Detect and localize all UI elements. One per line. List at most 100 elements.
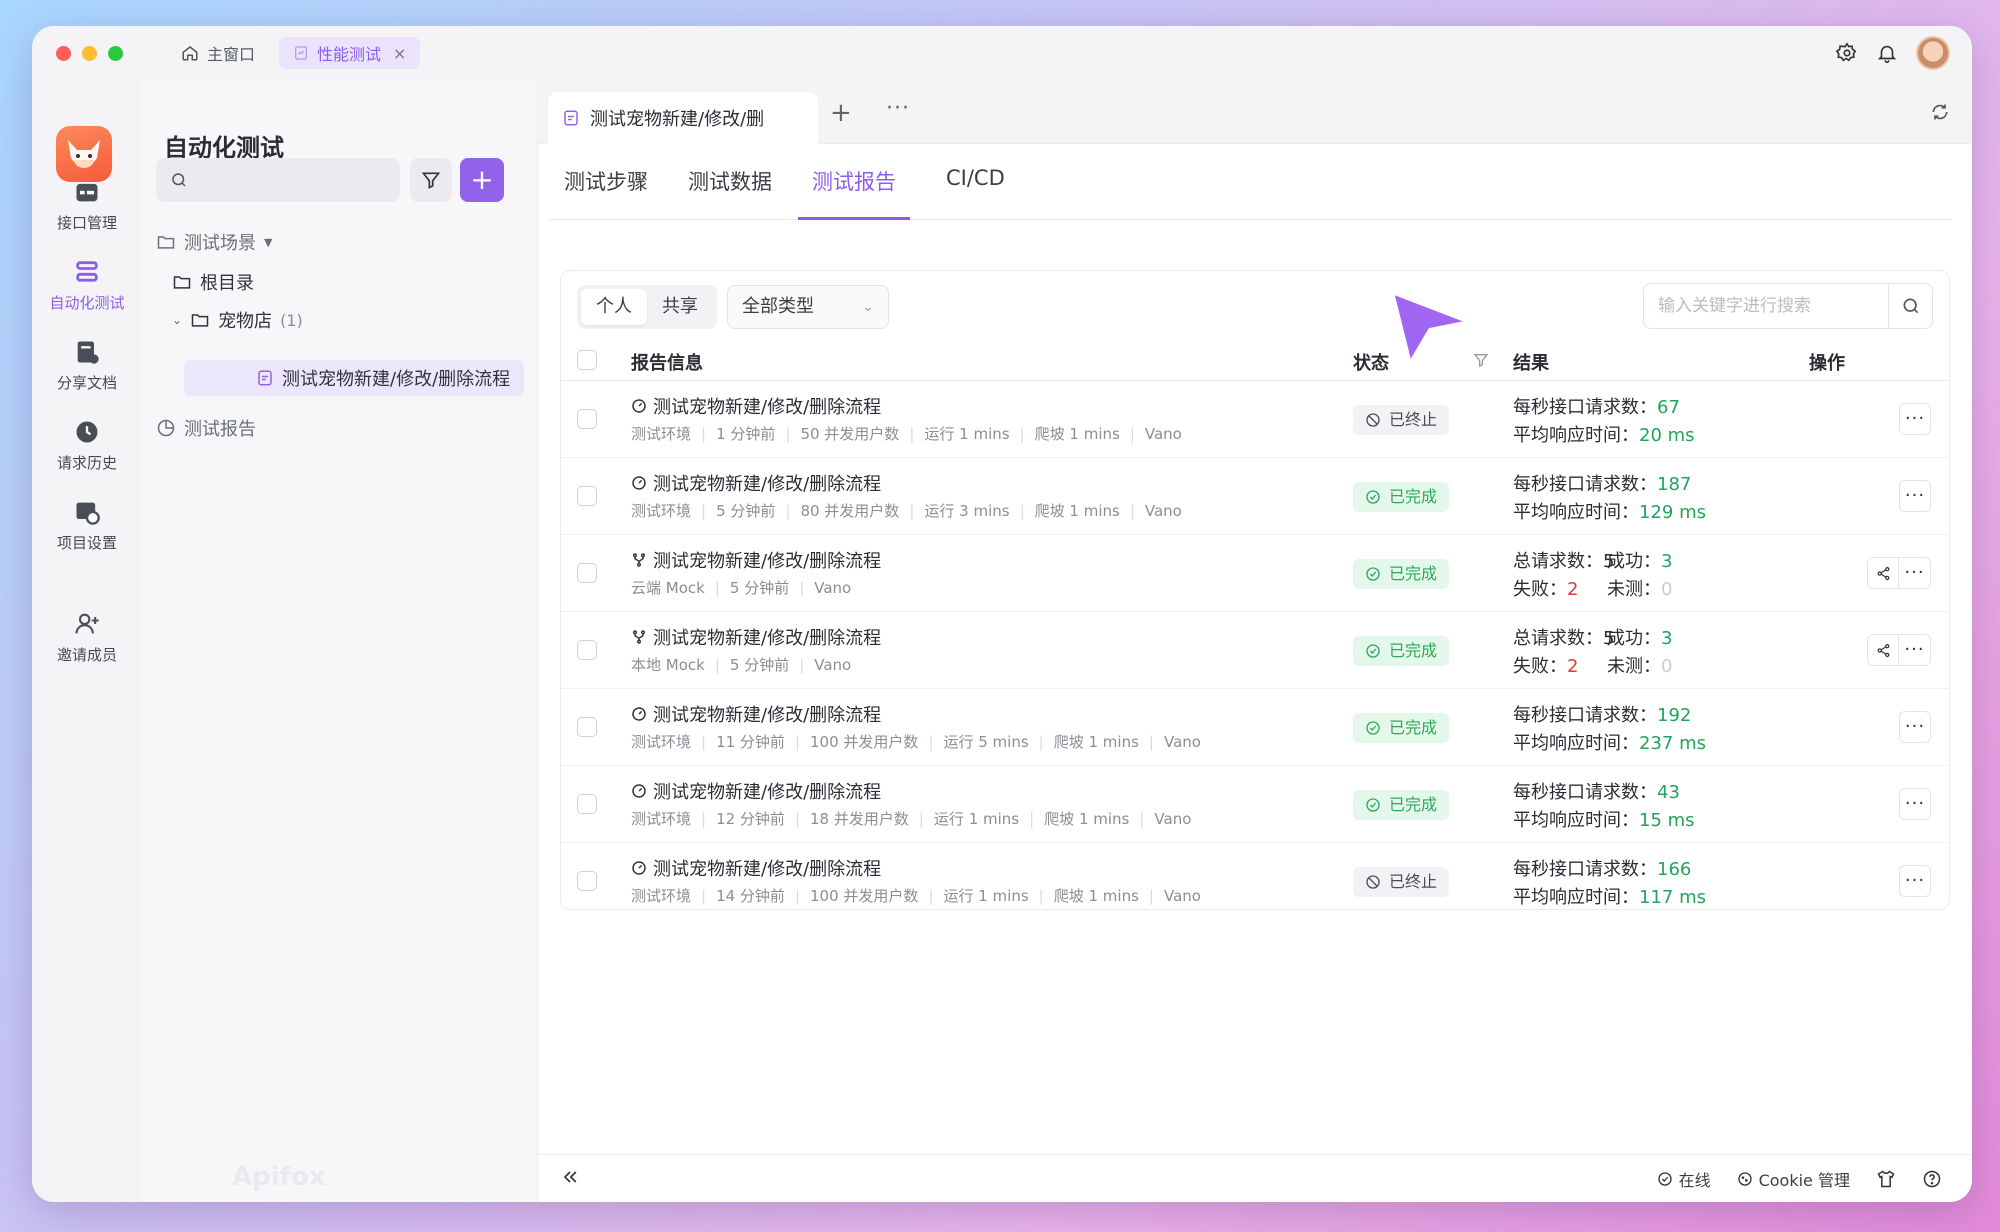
- app-logo: [56, 126, 112, 182]
- rail-item-automation[interactable]: 自动化测试: [32, 258, 142, 313]
- rail-item-settings[interactable]: 项目设置: [32, 498, 142, 553]
- gauge-icon: [632, 476, 646, 490]
- column-status: 状态: [1353, 353, 1389, 374]
- more-button[interactable]: ···: [1899, 711, 1931, 743]
- row-checkbox[interactable]: [577, 563, 597, 583]
- meta-item: 测试环境: [631, 887, 692, 905]
- select-all-checkbox[interactable]: [577, 350, 597, 370]
- shirt-icon[interactable]: [1876, 1169, 1896, 1189]
- report-name[interactable]: 测试宠物新建/修改/删除流程: [631, 470, 881, 496]
- report-name[interactable]: 测试宠物新建/修改/删除流程: [631, 701, 881, 727]
- report-search: [1643, 283, 1933, 329]
- search-icon: [1903, 298, 1918, 314]
- cookie-manager[interactable]: Cookie 管理: [1737, 1167, 1850, 1191]
- report-name[interactable]: 测试宠物新建/修改/删除流程: [631, 624, 881, 650]
- meta-separator: |: [785, 502, 791, 520]
- report-meta: 测试环境 | 5 分钟前 | 80 并发用户数 | 运行 3 mins | 爬坡 1 mins |…: [631, 500, 1182, 521]
- type-select[interactable]: 全部类型 ⌄: [727, 285, 889, 329]
- refresh-icon[interactable]: [1930, 102, 1950, 122]
- report-name[interactable]: 测试宠物新建/修改/删除流程: [631, 547, 881, 573]
- project-settings-icon: [76, 502, 100, 525]
- seg-shared[interactable]: 共享: [647, 289, 713, 325]
- minimize-window-button[interactable]: [82, 45, 97, 61]
- tree-item-scenario[interactable]: 测试宠物新建/修改/删除流程: [256, 360, 522, 396]
- tree-item-petstore[interactable]: ⌄ 宠物店 (1): [172, 302, 303, 338]
- row-actions: ···: [1899, 711, 1931, 743]
- seg-personal[interactable]: 个人: [581, 289, 647, 325]
- file-tab-scenario[interactable]: 测试宠物新建/修改/删: [548, 92, 818, 144]
- search-button[interactable]: [1888, 284, 1932, 328]
- table-row[interactable]: 测试宠物新建/修改/删除流程 云端 Mock | 5 分钟前 | Vano 已完成 总请求数：…: [561, 535, 1949, 612]
- close-tab-icon[interactable]: ×: [393, 44, 406, 63]
- share-button[interactable]: [1867, 557, 1899, 589]
- rail-item-share-docs[interactable]: 分享文档: [32, 338, 142, 393]
- table-row[interactable]: 测试宠物新建/修改/删除流程 测试环境 | 14 分钟前 | 100 并发用户数 | 运行 1…: [561, 843, 1949, 909]
- table-row[interactable]: 测试宠物新建/修改/删除流程 测试环境 | 12 分钟前 | 18 并发用户数 | 运行 1 …: [561, 766, 1949, 843]
- qps-value: 187: [1657, 474, 1692, 495]
- tree-item-scenes[interactable]: 测试场景 ▼: [156, 224, 272, 260]
- performance-icon: [295, 46, 308, 60]
- bell-icon[interactable]: [1876, 42, 1898, 64]
- reports-card: 个人 共享 全部类型 ⌄ 报告信息 状态 结: [560, 270, 1950, 910]
- filter-button[interactable]: [410, 158, 452, 202]
- avatar[interactable]: [1916, 36, 1950, 70]
- flow-icon: [632, 630, 646, 644]
- table-row[interactable]: 测试宠物新建/修改/删除流程测试环境 | 5 分钟前 | 80 并发用户数 | 运行 3 m…: [561, 458, 1949, 535]
- tab-reports[interactable]: 测试报告: [798, 166, 910, 220]
- status-badge: 已完成: [1353, 713, 1450, 743]
- online-status[interactable]: 在线: [1657, 1167, 1711, 1191]
- meta-item: Vano: [1154, 810, 1192, 828]
- add-button[interactable]: +: [460, 158, 504, 202]
- tab-steps[interactable]: 测试步骤: [564, 166, 648, 220]
- more-button[interactable]: ···: [1899, 403, 1931, 435]
- meta-separator: |: [1029, 810, 1035, 828]
- row-checkbox[interactable]: [577, 486, 597, 506]
- new-tab-button[interactable]: +: [830, 100, 852, 126]
- meta-item: 1 分钟前: [716, 425, 776, 443]
- meta-separator: |: [1019, 502, 1025, 520]
- tab-data[interactable]: 测试数据: [688, 166, 772, 220]
- meta-item: Vano: [1163, 887, 1201, 905]
- more-button[interactable]: ···: [1899, 480, 1931, 512]
- row-checkbox[interactable]: [577, 871, 597, 891]
- share-button[interactable]: [1867, 634, 1899, 666]
- report-name[interactable]: 测试宠物新建/修改/删除流程: [631, 778, 881, 804]
- tree-item-label: 宠物店: [218, 311, 273, 332]
- row-checkbox[interactable]: [577, 794, 597, 814]
- close-window-button[interactable]: [56, 45, 71, 61]
- tree-item-reports[interactable]: 测试报告: [156, 410, 256, 446]
- stop-icon: [1366, 413, 1380, 427]
- row-checkbox[interactable]: [577, 409, 597, 429]
- window-tab-performance[interactable]: 性能测试 ×: [279, 37, 421, 69]
- result-qps: 每秒接口请求数：67: [1513, 397, 1680, 418]
- sub-tabs: 测试步骤 测试数据 测试报告 CI/CD: [548, 144, 1952, 220]
- rail-item-api[interactable]: 接口管理: [32, 178, 142, 233]
- rail-item-invite[interactable]: 邀请成员: [32, 610, 142, 665]
- maximize-window-button[interactable]: [108, 45, 123, 61]
- more-button[interactable]: ···: [1899, 788, 1931, 820]
- search-input[interactable]: [1658, 284, 1878, 328]
- collapse-sidebar-icon[interactable]: [560, 1167, 580, 1191]
- more-tabs-button[interactable]: ···: [886, 96, 910, 121]
- table-row[interactable]: 测试宠物新建/修改/删除流程 测试环境 | 1 分钟前 | 50 并发用户数 | 运行 1 m…: [561, 381, 1949, 458]
- tab-cicd[interactable]: CI/CD: [946, 166, 1005, 220]
- more-button[interactable]: ···: [1899, 634, 1931, 666]
- report-name[interactable]: 测试宠物新建/修改/删除流程: [631, 855, 881, 881]
- more-button[interactable]: ···: [1899, 865, 1931, 897]
- check-circle-icon: [1366, 721, 1380, 735]
- result-untested: 未测：0: [1607, 579, 1673, 600]
- tree-item-root[interactable]: 根目录: [172, 264, 254, 300]
- help-icon[interactable]: [1922, 1169, 1942, 1189]
- table-row[interactable]: 测试宠物新建/修改/删除流程 测试环境 | 11 分钟前 | 100 并发用户数 | 运行 5…: [561, 689, 1949, 766]
- row-checkbox[interactable]: [577, 640, 597, 660]
- table-row[interactable]: 测试宠物新建/修改/删除流程 本地 Mock | 5 分钟前 | Vano 已完成 总请求数：…: [561, 612, 1949, 689]
- more-button[interactable]: ···: [1899, 557, 1931, 589]
- report-name[interactable]: 测试宠物新建/修改/删除流程: [631, 393, 881, 419]
- gear-icon[interactable]: [1836, 42, 1858, 64]
- window-tab-main[interactable]: 主窗口: [167, 37, 269, 69]
- row-checkbox[interactable]: [577, 717, 597, 737]
- tree-search-input[interactable]: [156, 158, 400, 202]
- meta-item: 5 分钟前: [729, 579, 790, 597]
- row-actions: ···: [1899, 865, 1931, 897]
- rail-item-history[interactable]: 请求历史: [32, 418, 142, 473]
